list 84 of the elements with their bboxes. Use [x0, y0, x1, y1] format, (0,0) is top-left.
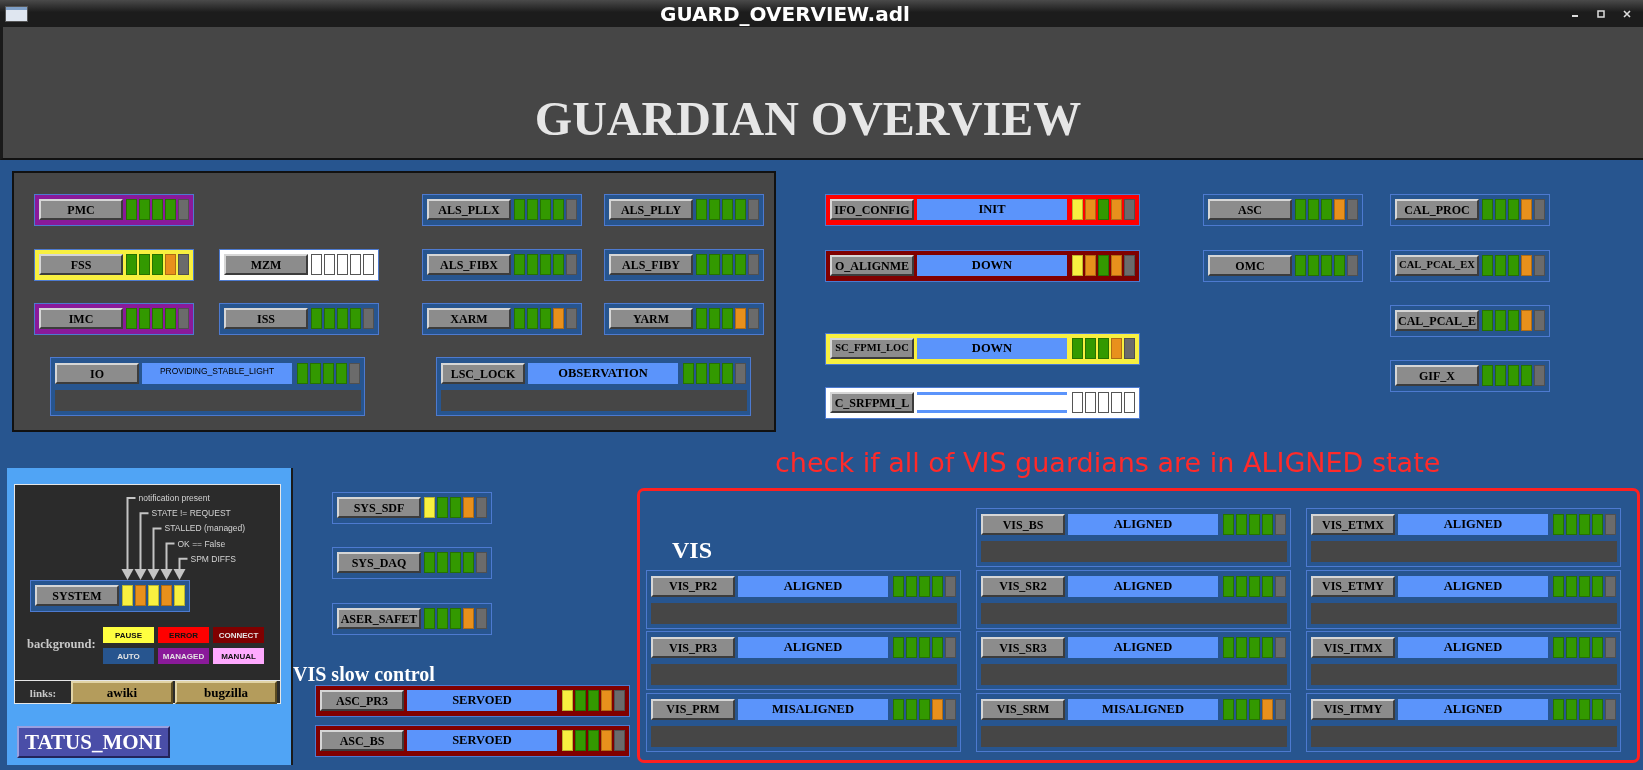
guardian-button[interactable]: VIS_PRM: [651, 698, 735, 720]
annotation-text: check if all of VIS guardians are in ALIGNED state: [775, 446, 1441, 480]
guardian-button[interactable]: PMC: [39, 199, 123, 220]
guardian-button[interactable]: VIS_ITMY: [1311, 698, 1395, 720]
guardian-button[interactable]: VIS_SRM: [981, 698, 1065, 720]
guardian-button[interactable]: ALS_FIBX: [427, 254, 511, 275]
state-field: DOWN: [917, 338, 1067, 359]
leader-arrow: [147, 527, 163, 580]
guardian-button[interactable]: IFO_CONFIG: [830, 199, 914, 220]
state-field: ALIGNED: [1068, 575, 1218, 597]
guardian-button[interactable]: YARM: [609, 308, 693, 329]
guardian-button[interactable]: ASC_BS: [320, 730, 404, 751]
section-title: VIS slow control: [293, 663, 435, 685]
guardian-button[interactable]: IMC: [39, 308, 123, 329]
guardian-button[interactable]: VIS_ETMY: [1311, 575, 1395, 597]
legend-label: SPM DIFFS: [190, 552, 236, 565]
legend-item: AUTO: [103, 648, 154, 664]
guardian-button[interactable]: ASC: [1208, 199, 1292, 220]
guardian-button[interactable]: SYS_SDF: [337, 497, 421, 518]
leader-arrow: [134, 512, 150, 580]
guardian-button[interactable]: VIS_ETMX: [1311, 514, 1395, 535]
legend-item: CONNECT: [213, 627, 264, 643]
guardian-button[interactable]: ALS_FIBY: [609, 254, 693, 275]
guardian-button[interactable]: VIS_PR2: [651, 575, 735, 597]
guardian-button[interactable]: CAL_PCAL_E: [1395, 310, 1479, 331]
guardian-button[interactable]: ASC_PR3: [320, 690, 404, 711]
guardian-button[interactable]: SC_FPMI_LOC: [830, 338, 914, 359]
state-field: ALIGNED: [1398, 637, 1548, 658]
close-icon[interactable]: [1623, 9, 1631, 18]
guardian-button[interactable]: C_SRFPMI_L: [830, 392, 914, 413]
guardian-button[interactable]: ASER_SAFET: [337, 608, 421, 629]
state-field: PROVIDING_STABLE_LIGHT: [142, 363, 292, 384]
legend-item: MANAGED: [158, 648, 209, 664]
guardian-button[interactable]: XARM: [427, 308, 511, 329]
guardian-button[interactable]: ALS_PLLX: [427, 199, 511, 220]
state-field: SERVOED: [407, 690, 557, 711]
guardian-button[interactable]: VIS_SR3: [981, 637, 1065, 658]
link-button[interactable]: bugzilla: [175, 681, 277, 704]
guardian-button[interactable]: VIS_ITMX: [1311, 637, 1395, 658]
links-label: links:: [28, 685, 58, 701]
legend-label: STALLED (managed): [164, 522, 246, 535]
legend-label: notification present: [138, 492, 210, 504]
status-monitor-button[interactable]: TATUS_MONI: [17, 726, 170, 758]
guardian-button[interactable]: LSC_LOCK: [441, 363, 525, 384]
state-field: MISALIGNED: [1068, 698, 1218, 720]
guardian-button[interactable]: ISS: [224, 308, 308, 329]
legend-item: ERROR: [158, 627, 209, 643]
guardian-button[interactable]: SYSTEM: [35, 585, 119, 606]
guardian-button[interactable]: CAL_PROC: [1395, 199, 1479, 220]
state-field: MISALIGNED: [738, 698, 888, 720]
state-field: ALIGNED: [1398, 698, 1548, 720]
legend-item: PAUSE: [103, 627, 154, 643]
guardian-button[interactable]: VIS_PR3: [651, 637, 735, 658]
guardian-button[interactable]: OMC: [1208, 255, 1292, 276]
guardian-button[interactable]: FSS: [39, 254, 123, 275]
guardian-button[interactable]: O_ALIGNME: [830, 255, 914, 276]
guardian-button[interactable]: CAL_PCAL_EX: [1395, 255, 1479, 276]
state-field: ALIGNED: [1068, 514, 1218, 535]
legend-label: STATE != REQUEST: [151, 507, 231, 520]
guardian-button[interactable]: SYS_DAQ: [337, 552, 421, 573]
state-field: SERVOED: [407, 730, 557, 751]
state-field: OBSERVATION: [528, 363, 678, 384]
window-icon[interactable]: [5, 5, 28, 22]
legend-label: OK == False: [177, 537, 226, 550]
state-field: DOWN: [917, 255, 1067, 276]
section-title: VIS: [672, 537, 713, 563]
state-field: ALIGNED: [1068, 637, 1218, 658]
guardian-button[interactable]: VIS_SR2: [981, 575, 1065, 597]
legend-item: MANUAL: [213, 648, 264, 664]
guardian-button[interactable]: GIF_X: [1395, 365, 1479, 386]
state-field: ALIGNED: [1398, 575, 1548, 597]
window-title: GUARD_OVERVIEW.adl: [660, 1, 910, 26]
state-field: ALIGNED: [738, 637, 888, 658]
guardian-button[interactable]: MZM: [224, 254, 308, 275]
state-field: ALIGNED: [1398, 514, 1548, 535]
state-field: ALIGNED: [738, 575, 888, 597]
maximize-icon[interactable]: [1597, 9, 1605, 18]
state-field: INIT: [917, 199, 1067, 220]
guardian-button[interactable]: IO: [55, 363, 139, 384]
guardian-button[interactable]: ALS_PLLY: [609, 199, 693, 220]
background-label: background:: [27, 637, 96, 652]
page-title: GUARDIAN OVERVIEW: [534, 95, 1082, 143]
link-button[interactable]: awiki: [71, 681, 173, 704]
guardian-button[interactable]: VIS_BS: [981, 514, 1065, 535]
